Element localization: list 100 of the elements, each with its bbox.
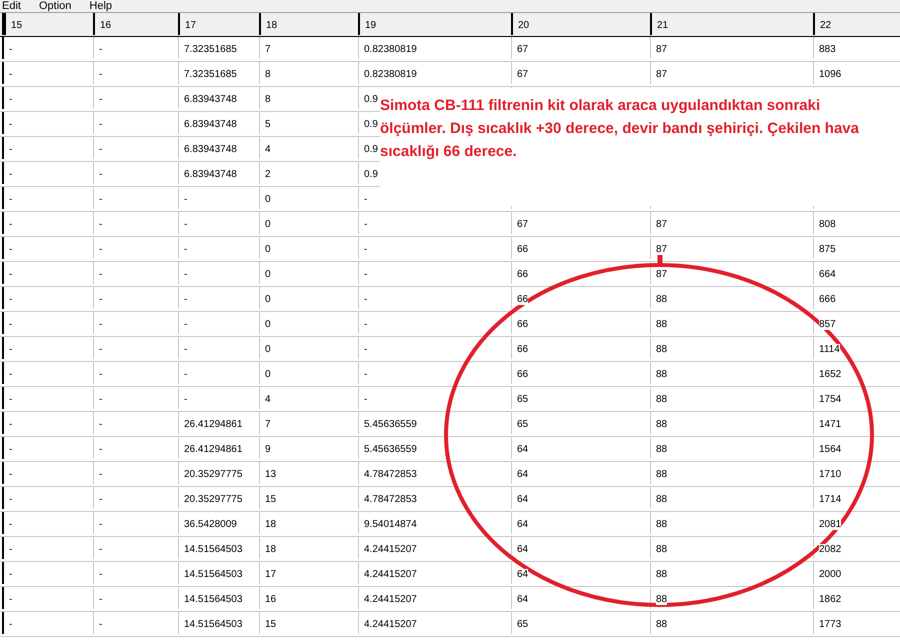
table-cell: 15 [265,494,276,505]
table-cell: 16 [265,594,276,605]
table-cell: 88 [656,344,668,355]
column-header[interactable]: 17 [178,13,259,34]
table-cell: 2000 [819,569,842,580]
table-cell: 67 [517,69,528,80]
table-cell: 65 [517,619,528,630]
table-cell: 0.82380819 [364,69,417,80]
table-cell: 1471 [819,419,842,430]
table-cell: 808 [819,219,836,230]
table-cell: 87 [656,69,668,80]
table-cell: 1096 [819,69,842,80]
table-cell: 14.51564503 [184,544,242,555]
table-cell: 857 [819,319,836,330]
table-cell: 66 [517,369,528,380]
table-cell: 666 [819,294,836,305]
table-cell: 0 [265,194,271,205]
table-cell: 9 [265,444,271,455]
table-cell: 8 [265,94,271,105]
table-cell: 0 [265,319,271,330]
table-cell: 66 [517,319,528,330]
table-cell: 6.83943748 [184,94,237,105]
table-cell: 88 [656,369,668,380]
table-cell: 17 [265,569,276,580]
table-cell: 88 [656,394,668,405]
annotation-text: Simota CB-111 filtrenin kit olarak araca uygulandıktan sonraki ölçümler. Dış sıcaklık +30 derece, devir bandı şehiriçi. Çekilen hava sıcaklığı 66 derece. [380,96,860,162]
table-cell: 1710 [819,469,842,480]
table-cell: 2 [265,169,271,180]
table-cell: 5.45636559 [364,419,417,430]
table-cell: 8 [265,69,271,80]
table-cell: 88 [656,569,668,580]
column-header[interactable]: 15 [4,13,93,34]
table-cell: 88 [656,319,668,330]
table-cell: 88 [656,469,668,480]
table-cell: 4.78472853 [364,494,417,505]
column-header[interactable]: 21 [650,13,813,34]
table-cell: 14.51564503 [184,594,242,605]
table-cell: 1564 [819,444,842,455]
table-cell: 0.9 [364,119,378,130]
table-cell: 6.83943748 [184,169,237,180]
table-cell: 88 [656,619,668,630]
table-cell: 20.35297775 [184,469,242,480]
menu-item[interactable]: Edit [2,0,21,12]
table-cell: 66 [517,269,528,280]
menu-item[interactable]: Option [38,0,72,12]
table-cell: 1114 [819,344,840,355]
table-cell: 87 [656,219,668,230]
table-cell: 875 [819,244,836,255]
table-cell: 883 [819,44,836,55]
table-cell: 4.24415207 [364,569,417,580]
table-cell: 0.9 [364,144,378,155]
table-cell: 87 [656,244,668,255]
table-cell: 5.45636559 [364,444,417,455]
table-cell: 9.54014874 [364,519,417,530]
table-cell: 1652 [819,369,842,380]
table-cell: 6.83943748 [184,119,237,130]
table-cell: 0 [265,344,271,355]
table-cell: 4.78472853 [364,469,417,480]
table-cell: 4.24415207 [364,544,417,555]
column-header[interactable]: 18 [259,13,358,34]
table-cell: 0 [265,244,271,255]
table-cell: 64 [517,569,528,580]
table-cell: 87 [656,44,668,55]
table-cell: 64 [517,494,528,505]
table-cell: 6.83943748 [184,144,237,155]
table-cell: 88 [656,544,668,555]
table-cell: 0 [265,369,271,380]
table-cell: 1773 [819,619,842,630]
table-cell: 67 [517,219,528,230]
column-header[interactable]: 20 [511,13,650,34]
table-cell: 88 [656,594,668,605]
table-cell: 26.41294861 [184,444,242,455]
table-cell: 0.9 [364,94,378,105]
table-cell: 7 [265,419,271,430]
column-header[interactable]: 16 [93,13,178,34]
table-cell: 0 [265,294,271,305]
table-cell: 2082 [819,544,842,555]
column-header[interactable]: 22 [813,13,900,34]
table-cell: 87 [656,269,668,280]
table-cell: 14.51564503 [184,569,242,580]
table-cell: 66 [517,294,528,305]
table-cell: 88 [656,494,668,505]
table-cell: 26.41294861 [184,419,242,430]
table-cell: 5 [265,119,271,130]
table-cell: 64 [517,519,528,530]
table-cell: 664 [819,269,836,280]
table-cell: 18 [265,519,276,530]
column-header[interactable]: 19 [358,13,511,34]
table-cell: 20.35297775 [184,494,242,505]
table-cell: 64 [517,444,528,455]
table-cell: 88 [656,519,668,530]
table-cell: 15 [265,619,276,630]
table-cell: 0.9 [364,169,378,180]
table-cell: 4 [265,394,271,405]
table-cell: 65 [517,394,528,405]
table-cell: 88 [656,419,668,430]
table-cell: 7.32351685 [184,69,237,80]
menu-item[interactable]: Help [89,0,112,12]
table-cell: 14.51564503 [184,619,242,630]
table-cell: 1754 [819,394,842,405]
